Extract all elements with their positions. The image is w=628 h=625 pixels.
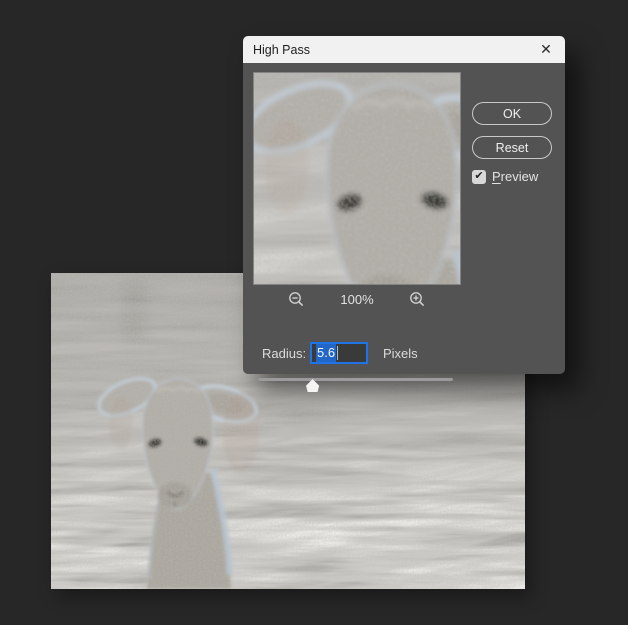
dialog-titlebar[interactable]: High Pass ✕ — [243, 36, 565, 63]
radius-input[interactable]: 5.6 — [310, 342, 368, 364]
checkbox-checked-icon[interactable]: ✔ — [472, 170, 486, 184]
magnifier-plus-icon — [409, 291, 426, 308]
close-icon[interactable]: ✕ — [531, 36, 561, 63]
dialog-title: High Pass — [253, 43, 310, 57]
slider-track[interactable] — [258, 378, 453, 381]
preview-toggle[interactable]: ✔ Preview — [472, 169, 538, 184]
filter-preview[interactable] — [253, 72, 461, 285]
preview-toggle-label: Preview — [492, 169, 538, 184]
radius-label: Radius: — [262, 346, 306, 361]
dialog-body: 100% Radius: 5.6 Pixels — [243, 63, 565, 374]
photoshop-workspace: High Pass ✕ 100% — [0, 0, 628, 625]
radius-slider[interactable] — [258, 373, 453, 391]
preview-zoomed-image — [254, 73, 460, 284]
high-pass-dialog: High Pass ✕ 100% — [243, 36, 565, 374]
text-caret — [337, 346, 338, 360]
magnifier-minus-icon — [288, 291, 305, 308]
preview-zoom-controls: 100% — [253, 289, 461, 309]
zoom-out-button[interactable] — [288, 291, 305, 308]
reset-button[interactable]: Reset — [472, 136, 552, 159]
radius-value: 5.6 — [316, 344, 336, 362]
radius-unit: Pixels — [383, 346, 418, 361]
zoom-level: 100% — [340, 292, 373, 307]
ok-button[interactable]: OK — [472, 102, 552, 125]
zoom-in-button[interactable] — [409, 291, 426, 308]
radius-row: Radius: 5.6 Pixels — [243, 341, 471, 365]
